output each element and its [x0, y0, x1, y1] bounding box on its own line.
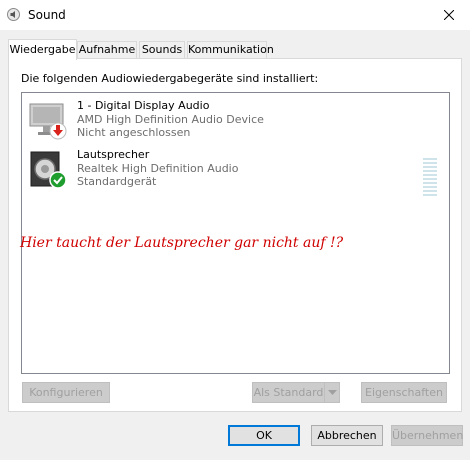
speaker-app-icon [7, 8, 20, 21]
device-description: Realtek High Definition Audio [77, 162, 239, 175]
disconnected-badge-icon [49, 122, 67, 140]
close-icon [444, 10, 454, 20]
cancel-button[interactable]: Abbrechen [311, 425, 383, 446]
device-name: Lautsprecher [77, 148, 150, 161]
set-default-button[interactable]: Als Standard [252, 382, 324, 403]
volume-level-meter [423, 158, 437, 198]
speaker-icon [30, 151, 67, 189]
apply-button[interactable]: Übernehmen [391, 425, 463, 446]
device-name: 1 - Digital Display Audio [77, 99, 210, 112]
device-status: Standardgerät [77, 175, 157, 188]
title-bar: Sound [0, 0, 470, 30]
annotation-text: Hier taucht der Lautsprecher gar nicht a… [20, 235, 344, 251]
configure-button[interactable]: Konfigurieren [22, 382, 110, 403]
dialog-client-area: Aufnahme Sounds Kommunikation Wiedergabe… [0, 30, 470, 460]
set-default-dropdown[interactable] [324, 382, 340, 403]
device-item-digital-display-audio[interactable]: 1 - Digital Display Audio AMD High Defin… [22, 97, 449, 143]
tab-kommunikation[interactable]: Kommunikation [187, 41, 274, 58]
device-description: AMD High Definition Audio Device [77, 113, 264, 126]
tab-sounds[interactable]: Sounds [139, 41, 185, 58]
tab-wiedergabe[interactable]: Wiedergabe [8, 39, 77, 60]
default-check-badge-icon [49, 171, 67, 189]
chevron-down-icon [327, 389, 337, 395]
ok-button[interactable]: OK [228, 425, 300, 446]
monitor-icon [29, 103, 67, 140]
device-list[interactable]: 1 - Digital Display Audio AMD High Defin… [21, 92, 450, 374]
close-button[interactable] [428, 0, 470, 30]
device-status: Nicht angeschlossen [77, 126, 191, 139]
window-title: Sound [28, 8, 66, 22]
device-item-lautsprecher[interactable]: Lautsprecher Realtek High Definition Aud… [22, 146, 449, 192]
tab-aufnahme[interactable]: Aufnahme [77, 41, 137, 58]
panel-heading: Die folgenden Audiowiedergabegeräte sind… [21, 72, 319, 85]
properties-button[interactable]: Eigenschaften [361, 382, 447, 403]
